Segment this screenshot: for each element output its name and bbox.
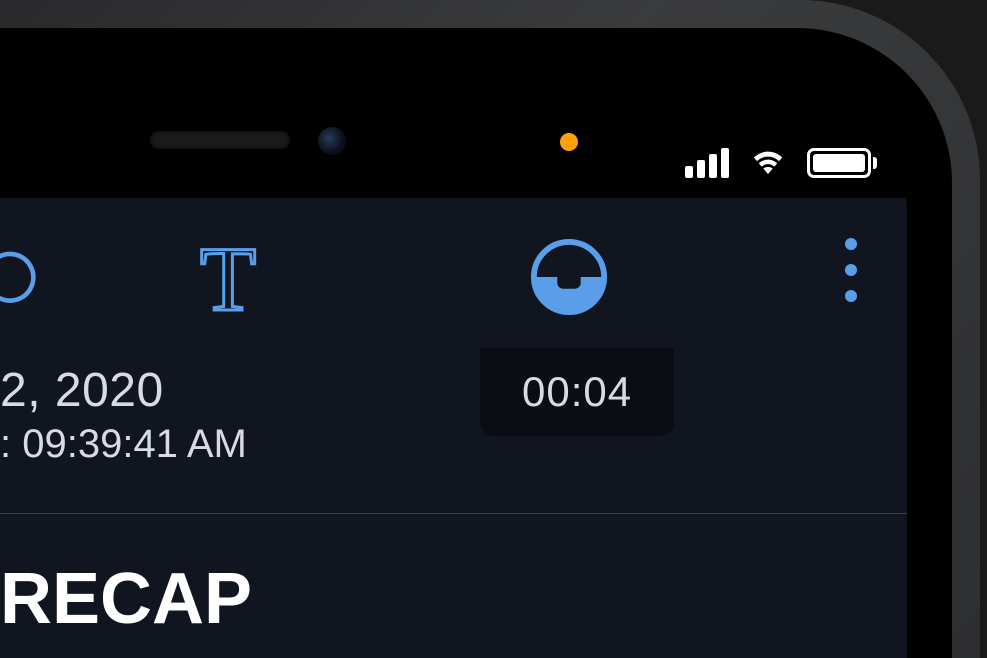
divider bbox=[0, 513, 907, 514]
microphone-indicator-dot bbox=[560, 133, 578, 151]
date-label: 2, 2020 bbox=[0, 363, 247, 418]
document-meta: 2, 2020 : 09:39:41 AM bbox=[0, 363, 247, 467]
dots-vertical-icon bbox=[845, 264, 857, 276]
dots-vertical-icon bbox=[845, 290, 857, 302]
time-label: : 09:39:41 AM bbox=[0, 422, 247, 467]
recording-timer: 00:04 bbox=[480, 348, 674, 436]
undo-button[interactable] bbox=[0, 243, 45, 313]
record-button[interactable] bbox=[530, 238, 608, 316]
screen: T 00:04 bbox=[0, 73, 907, 658]
earpiece-speaker bbox=[150, 131, 290, 149]
text-tool-button[interactable]: T bbox=[200, 226, 256, 332]
document-content[interactable]: RECAP bbox=[0, 558, 252, 640]
cellular-signal-icon bbox=[685, 148, 729, 178]
toolbar: T bbox=[0, 198, 907, 348]
dots-vertical-icon bbox=[845, 238, 857, 250]
battery-icon bbox=[807, 148, 877, 178]
phone-frame: T 00:04 bbox=[0, 0, 980, 658]
status-bar bbox=[685, 145, 877, 180]
wifi-icon bbox=[747, 145, 789, 180]
app-surface: T 00:04 bbox=[0, 198, 907, 658]
more-options-button[interactable] bbox=[845, 238, 857, 302]
front-camera bbox=[318, 127, 346, 155]
notch bbox=[0, 73, 470, 198]
heading-text: RECAP bbox=[0, 558, 252, 640]
bezel: T 00:04 bbox=[0, 28, 952, 658]
